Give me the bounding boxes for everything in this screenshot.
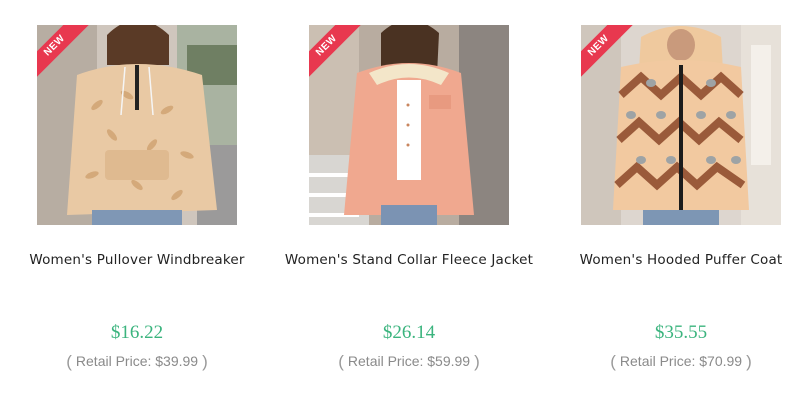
new-badge: NEW	[581, 25, 635, 79]
retail-price: (Retail Price: $70.99)	[545, 352, 810, 372]
retail-price: (Retail Price: $39.99)	[1, 352, 273, 372]
product-title[interactable]: Women's Pullover Windbreaker	[5, 250, 269, 271]
open-paren: (	[66, 352, 72, 371]
open-paren: (	[610, 352, 616, 371]
retail-price-label: Retail Price: $59.99	[347, 353, 471, 369]
open-paren: (	[338, 352, 344, 371]
close-paren: )	[202, 352, 208, 371]
product-image[interactable]: NEW	[309, 25, 509, 225]
product-card[interactable]: NEW Women's Pullover Windbreaker $16.22 …	[1, 0, 273, 402]
product-image[interactable]: NEW	[37, 25, 237, 225]
product-card[interactable]: NEW Women's Hooded Puffer Coat $35.55 (R…	[545, 0, 810, 402]
retail-price-label: Retail Price: $39.99	[75, 353, 199, 369]
close-paren: )	[474, 352, 480, 371]
product-price: $16.22	[110, 322, 164, 343]
product-image[interactable]: NEW	[581, 25, 781, 225]
product-title[interactable]: Women's Hooded Puffer Coat	[549, 250, 810, 271]
product-grid: NEW Women's Pullover Windbreaker $16.22 …	[0, 0, 810, 402]
retail-price-label: Retail Price: $70.99	[619, 353, 743, 369]
new-badge: NEW	[309, 25, 363, 79]
new-badge: NEW	[37, 25, 91, 79]
product-title[interactable]: Women's Stand Collar Fleece Jacket	[277, 250, 541, 271]
retail-price: (Retail Price: $59.99)	[273, 352, 545, 372]
product-price: $35.55	[654, 322, 708, 343]
product-price: $26.14	[382, 322, 436, 343]
close-paren: )	[746, 352, 752, 371]
product-card[interactable]: NEW Women's Stand Collar Fleece Jacket $…	[273, 0, 545, 402]
